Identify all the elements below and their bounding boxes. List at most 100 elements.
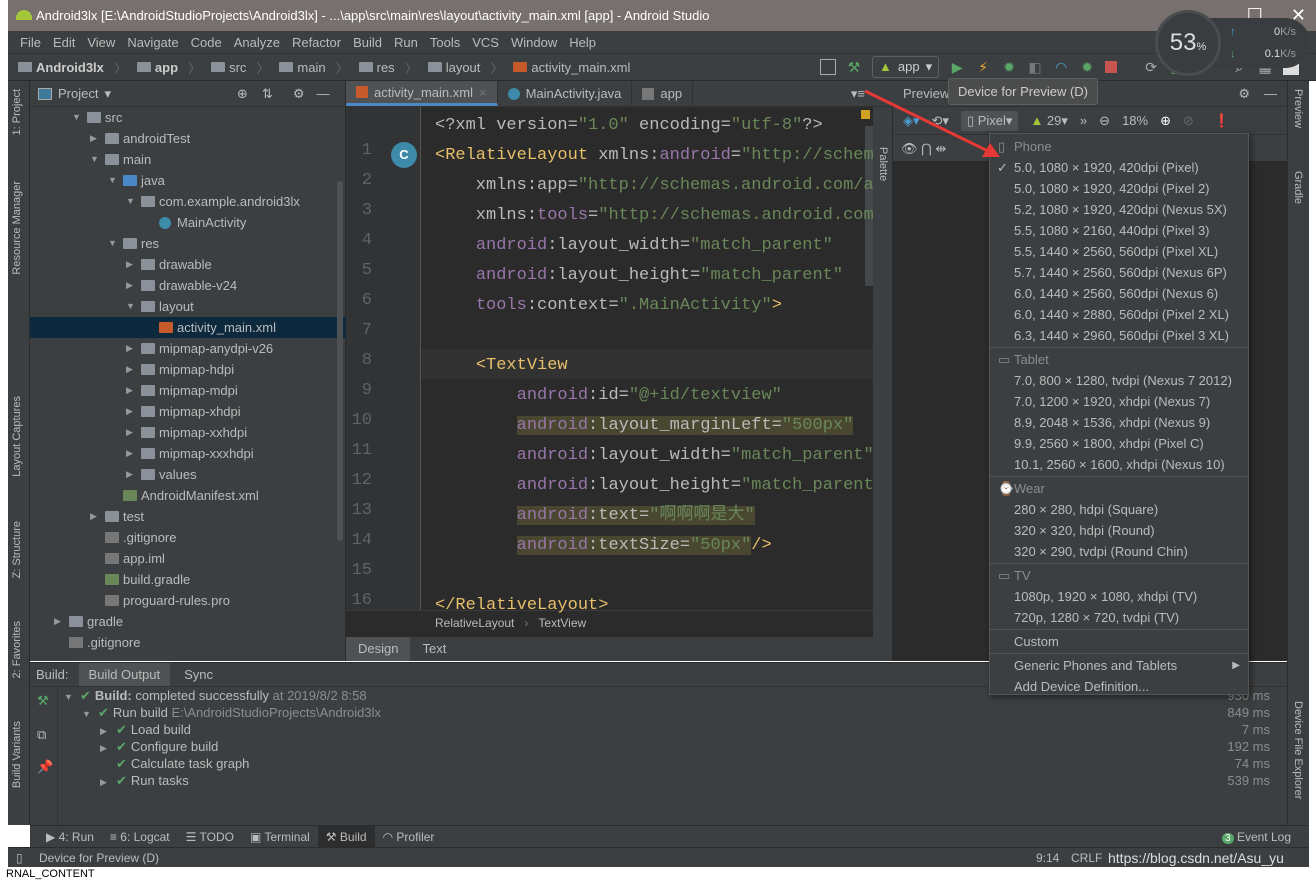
menu-item-device[interactable]: 5.2, 1080 × 1920, 420dpi (Nexus 5X) [990, 199, 1248, 220]
breadcrumb-item[interactable]: src 〉 [211, 54, 269, 80]
expand-arrow-right-icon[interactable]: ▶ [126, 359, 133, 380]
expand-arrow-down-icon[interactable]: ▼ [108, 170, 117, 191]
breadcrumb-item[interactable]: Android3lx 〉 [18, 54, 127, 80]
expand-arrow-right-icon[interactable]: ▶ [126, 401, 133, 422]
tool-tab-6-logcat[interactable]: ≡ 6: Logcat [102, 826, 178, 848]
code-line[interactable]: android:textSize="50px"/> [435, 531, 772, 561]
project-view-selector[interactable]: Project [58, 86, 98, 101]
menu-tools[interactable]: Tools [424, 35, 466, 50]
warnings-icon[interactable]: ❗ [1214, 113, 1230, 129]
code-line[interactable]: android:layout_width="match_parent" [435, 441, 874, 471]
palette-stripe[interactable]: Palette [873, 107, 893, 661]
toggle-view-icon[interactable]: ⧉ [37, 727, 46, 743]
collapse-all-icon[interactable]: ⇅ [262, 86, 273, 102]
expand-arrow-icon[interactable]: ▼ [82, 706, 98, 723]
menu-item-device[interactable]: 1080p, 1920 × 1080, xhdpi (TV) [990, 586, 1248, 607]
tree-item[interactable]: ▼ com.example.android3lx [30, 191, 346, 212]
gear-icon[interactable]: ⚙ [293, 86, 305, 102]
code-line[interactable]: <TextView [435, 351, 568, 381]
build-tree-item[interactable]: ▶ ✔ Configure build [100, 738, 218, 755]
expand-arrow-right-icon[interactable]: ▶ [126, 275, 133, 296]
menu-item-device[interactable]: 8.9, 2048 × 1536, xhdpi (Nexus 9) [990, 412, 1248, 433]
code-line[interactable]: tools:context=".MainActivity"> [435, 291, 782, 321]
menu-item-device[interactable]: 5.5, 1080 × 2160, 440dpi (Pixel 3) [990, 220, 1248, 241]
tree-item[interactable]: ▼ layout [30, 296, 346, 317]
menu-item-device[interactable]: 280 × 280, hdpi (Square) [990, 499, 1248, 520]
build-tree-item[interactable]: ▼ ✔ Run build E:\AndroidStudioProjects\And… [82, 704, 381, 721]
expand-arrow-right-icon[interactable]: ▶ [126, 380, 133, 401]
stripe-preview[interactable]: Preview [1292, 89, 1304, 128]
expand-arrow-down-icon[interactable]: ▼ [126, 191, 135, 212]
expand-arrow-right-icon[interactable]: ▶ [54, 611, 61, 632]
breadcrumb-item[interactable]: main 〉 [279, 54, 349, 80]
expand-arrow-right-icon[interactable]: ▶ [90, 506, 97, 527]
more-icon[interactable]: » [1080, 113, 1087, 128]
gear-icon[interactable]: ⚙ [1238, 86, 1250, 102]
tree-item[interactable]: ▶ gradle [30, 611, 346, 632]
tool-tab-4-run[interactable]: ▶ 4: Run [38, 826, 102, 848]
stripe-resource-manager[interactable]: Resource Manager [11, 181, 23, 275]
class-gutter-icon[interactable]: C [391, 142, 417, 168]
expand-arrow-icon[interactable]: ▼ [64, 689, 80, 706]
tree-item[interactable]: ▼ main [30, 149, 346, 170]
expand-arrow-down-icon[interactable]: ▼ [126, 296, 135, 317]
tree-item[interactable]: ▼ java [30, 170, 346, 191]
pin-icon[interactable]: 📌 [37, 759, 53, 775]
menu-item-device[interactable]: Add Device Definition... [990, 676, 1248, 697]
menu-run[interactable]: Run [388, 35, 424, 50]
expand-arrow-right-icon[interactable]: ▶ [90, 128, 97, 149]
menu-refactor[interactable]: Refactor [286, 35, 347, 50]
tree-item[interactable]: activity_main.xml [30, 317, 346, 338]
expand-arrow-down-icon[interactable]: ▼ [72, 107, 81, 128]
debug-attach-icon[interactable]: ✹ [1079, 59, 1095, 75]
menu-item-device[interactable]: 320 × 320, hdpi (Round) [990, 520, 1248, 541]
menu-code[interactable]: Code [185, 35, 228, 50]
tool-tab-terminal[interactable]: ▣ Terminal [242, 826, 318, 848]
expand-arrow-right-icon[interactable]: ▶ [126, 464, 133, 485]
caret-position[interactable]: 9:14 [1036, 848, 1059, 868]
menu-vcs[interactable]: VCS [466, 35, 505, 50]
build-tree-item[interactable]: ▼ ✔ Build: completed successfully at 2019/… [64, 687, 367, 704]
menu-window[interactable]: Window [505, 35, 563, 50]
code-line[interactable]: android:layout_width="match_parent" [435, 231, 833, 261]
breadcrumb-item[interactable]: app 〉 [136, 54, 201, 80]
tree-item[interactable]: ▶ mipmap-mdpi [30, 380, 346, 401]
tree-scrollbar[interactable] [337, 181, 343, 541]
tab-text[interactable]: Text [410, 637, 458, 661]
expand-arrow-right-icon[interactable]: ▶ [126, 338, 133, 359]
code-line[interactable]: android:layout_marginLeft="500px" [435, 411, 854, 441]
breadcrumb-item[interactable]: res 〉 [358, 54, 418, 80]
editor-tab[interactable]: app [632, 81, 694, 106]
tool-tab-build[interactable]: ⚒ Build [317, 825, 375, 848]
tab-build-output[interactable]: Build Output [78, 663, 171, 686]
menu-item-device[interactable]: Generic Phones and Tablets ▶ [990, 655, 1248, 676]
menu-edit[interactable]: Edit [47, 35, 81, 50]
tree-item[interactable]: .gitignore [30, 527, 346, 548]
menu-item-device[interactable]: 6.0, 1440 × 2560, 560dpi (Nexus 6) [990, 283, 1248, 304]
menu-item-device[interactable]: 5.7, 1440 × 2560, 560dpi (Nexus 6P) [990, 262, 1248, 283]
locate-file-icon[interactable]: ⊕ [237, 86, 248, 102]
menu-file[interactable]: File [14, 35, 47, 50]
minimize-icon[interactable]: — [1264, 86, 1277, 101]
menu-item-device[interactable]: 7.0, 1200 × 1920, xhdpi (Nexus 7) [990, 391, 1248, 412]
stripe-z-structure[interactable]: Z: Structure [11, 521, 23, 578]
close-tab-icon[interactable]: × [479, 85, 487, 100]
tree-item[interactable]: ▶ androidTest [30, 128, 346, 149]
tree-item[interactable]: ▶ mipmap-anydpi-v26 [30, 338, 346, 359]
menu-item-device[interactable]: 720p, 1280 × 720, tvdpi (TV) [990, 607, 1248, 628]
tree-item[interactable]: AndroidManifest.xml [30, 485, 346, 506]
tab-sync[interactable]: Sync [174, 663, 223, 686]
tree-item[interactable]: ▼ src [30, 107, 346, 128]
tree-item[interactable]: build.gradle [30, 569, 346, 590]
menu-item-device[interactable]: Custom [990, 631, 1248, 652]
stripe-gradle[interactable]: Gradle [1292, 171, 1304, 204]
breadcrumb-item[interactable]: activity_main.xml [513, 54, 630, 80]
editor-tab[interactable]: MainActivity.java [498, 81, 633, 106]
tree-item[interactable]: ▶ test [30, 506, 346, 527]
apply-changes-icon[interactable]: ⚡ [975, 59, 991, 75]
zoom-fit-icon[interactable]: ⊘ [1183, 113, 1194, 129]
zoom-out-icon[interactable]: ⊖ [1099, 113, 1110, 129]
code-line[interactable]: xmlns:tools="http://schemas.android.com/… [435, 201, 945, 231]
event-log-button[interactable]: 3 Event Log [1222, 830, 1291, 844]
menu-item-device[interactable]: 5.5, 1440 × 2560, 560dpi (Pixel XL) [990, 241, 1248, 262]
